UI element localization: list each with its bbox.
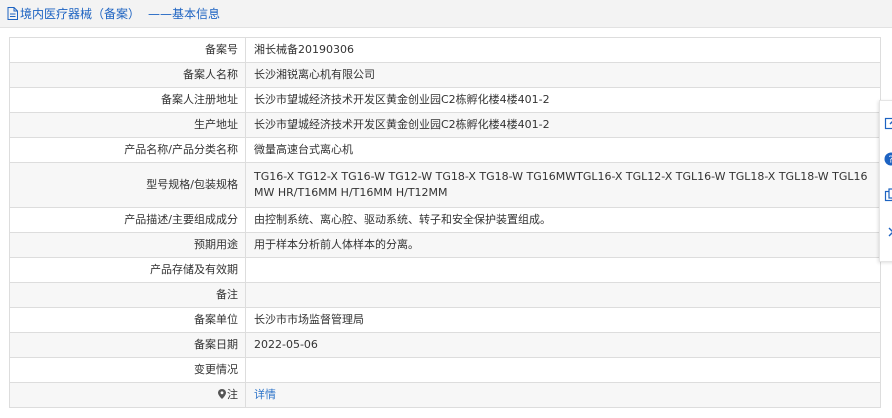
row-label: 备案单位 [9, 307, 246, 333]
row-value: 湘长械备20190306 [245, 37, 881, 63]
row-value: 用于样本分析前人体样本的分离。 [245, 232, 881, 258]
table-row: 备案号 湘长械备20190306 [9, 37, 881, 63]
page-title: 境内医疗器械（备案） [20, 7, 141, 21]
row-value: 长沙市市场监督管理局 [245, 307, 881, 333]
note-label-cell: 注 [9, 382, 246, 408]
help-icon[interactable]: ? [884, 152, 892, 166]
details-link[interactable]: 详情 [254, 388, 276, 401]
table-row-note: 注 详情 [9, 382, 881, 408]
row-value: TG16-X TG12-X TG16-W TG12-W TG18-X TG18-… [245, 162, 881, 208]
row-label: 预期用途 [9, 232, 246, 258]
table-row: 型号规格/包装规格 TG16-X TG12-X TG16-W TG12-W TG… [9, 162, 881, 208]
page-subtitle: 基本信息 [172, 7, 221, 21]
chevron-right-icon[interactable] [884, 225, 892, 239]
row-value [245, 257, 881, 283]
table-row: 备案日期 2022-05-06 [9, 332, 881, 358]
location-pin-icon [218, 389, 226, 399]
row-value [245, 282, 881, 308]
page-header: 境内医疗器械（备案） —— 基本信息 [0, 0, 892, 28]
info-table: 备案号 湘长械备20190306 备案人名称 长沙湘锐离心机有限公司 备案人注册… [9, 37, 881, 408]
row-label: 变更情况 [9, 357, 246, 383]
row-label: 备注 [9, 282, 246, 308]
row-label: 产品描述/主要组成成分 [9, 207, 246, 233]
row-label: 备案日期 [9, 332, 246, 358]
row-label: 备案人注册地址 [9, 87, 246, 113]
row-label: 产品名称/产品分类名称 [9, 137, 246, 163]
row-label: 型号规格/包装规格 [9, 162, 246, 208]
row-value: 由控制系统、离心腔、驱动系统、转子和安全保护装置组成。 [245, 207, 881, 233]
row-value: 长沙市望城经济技术开发区黄金创业园C2栋孵化楼4楼401-2 [245, 87, 881, 113]
title-separator: —— [148, 6, 173, 21]
note-value-cell: 详情 [245, 382, 881, 408]
table-row: 预期用途 用于样本分析前人体样本的分离。 [9, 232, 881, 258]
row-value: 2022-05-06 [245, 332, 881, 358]
svg-text:?: ? [888, 155, 892, 166]
note-label: 注 [227, 388, 238, 401]
row-value [245, 357, 881, 383]
edit-icon[interactable] [884, 116, 892, 130]
table-row: 产品存储及有效期 [9, 257, 881, 283]
row-label: 产品存储及有效期 [9, 257, 246, 283]
copy-icon[interactable] [884, 188, 892, 202]
table-row: 生产地址 长沙市望城经济技术开发区黄金创业园C2栋孵化楼4楼401-2 [9, 112, 881, 138]
row-label: 备案人名称 [9, 62, 246, 88]
document-icon [7, 7, 18, 20]
row-value: 长沙湘锐离心机有限公司 [245, 62, 881, 88]
table-row: 产品描述/主要组成成分 由控制系统、离心腔、驱动系统、转子和安全保护装置组成。 [9, 207, 881, 233]
row-value: 长沙市望城经济技术开发区黄金创业园C2栋孵化楼4楼401-2 [245, 112, 881, 138]
side-toolbar: ? [879, 100, 892, 262]
table-row: 备案人注册地址 长沙市望城经济技术开发区黄金创业园C2栋孵化楼4楼401-2 [9, 87, 881, 113]
table-row: 变更情况 [9, 357, 881, 383]
table-row: 备注 [9, 282, 881, 308]
table-row: 备案单位 长沙市市场监督管理局 [9, 307, 881, 333]
row-value: 微量高速台式离心机 [245, 137, 881, 163]
row-label: 备案号 [9, 37, 246, 63]
table-row: 备案人名称 长沙湘锐离心机有限公司 [9, 62, 881, 88]
row-label: 生产地址 [9, 112, 246, 138]
table-row: 产品名称/产品分类名称 微量高速台式离心机 [9, 137, 881, 163]
